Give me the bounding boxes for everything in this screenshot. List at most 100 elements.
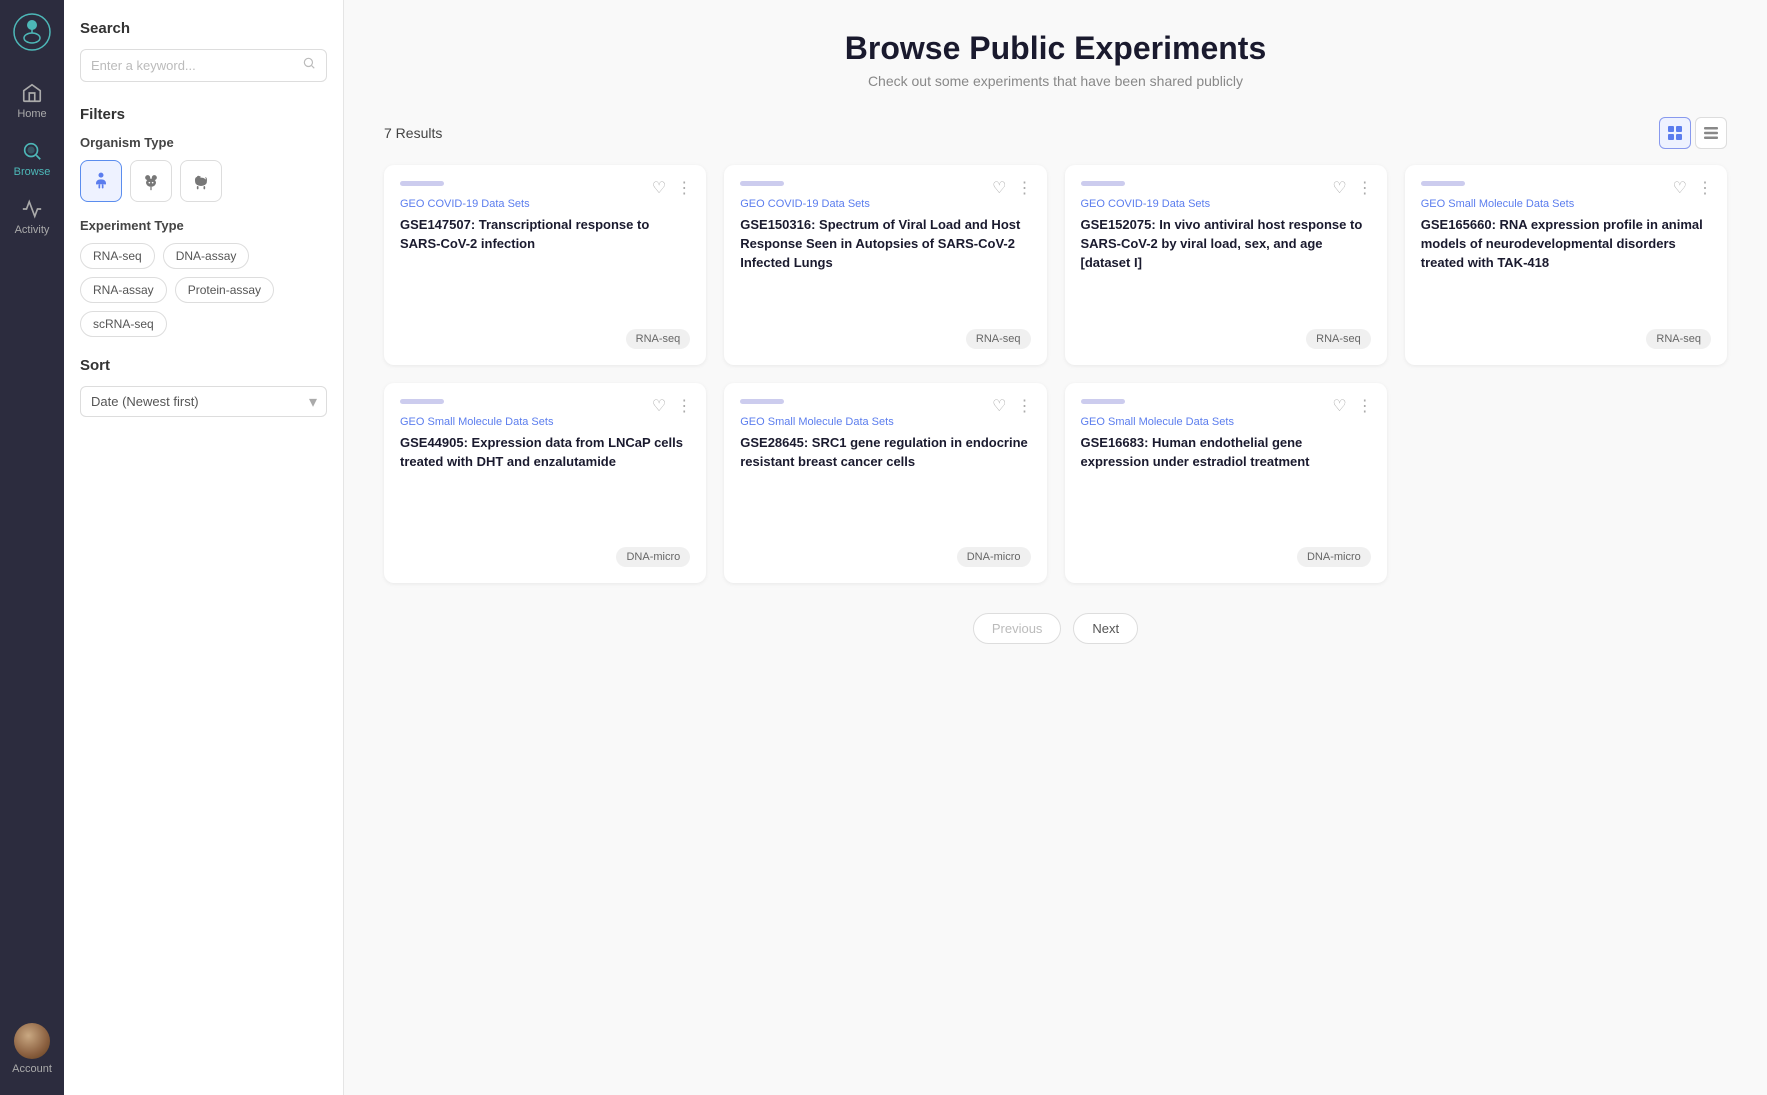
organism-btn-mouse[interactable]: [130, 160, 172, 202]
card-tag: RNA-seq: [1306, 329, 1371, 349]
experiment-card[interactable]: ♡ ⋮ GEO COVID-19 Data Sets GSE150316: Sp…: [724, 165, 1046, 365]
card-actions: ♡ ⋮: [650, 397, 694, 417]
experiment-card[interactable]: ♡ ⋮ GEO COVID-19 Data Sets GSE152075: In…: [1065, 165, 1387, 365]
card-category: GEO COVID-19 Data Sets: [400, 198, 690, 210]
like-button[interactable]: ♡: [990, 179, 1008, 199]
card-tag: RNA-seq: [626, 329, 691, 349]
experiment-type-buttons: RNA-seq DNA-assay RNA-assay Protein-assa…: [80, 243, 327, 337]
card-bar: [740, 399, 784, 404]
like-button[interactable]: ♡: [1330, 179, 1348, 199]
experiment-card[interactable]: ♡ ⋮ GEO Small Molecule Data Sets GSE4490…: [384, 383, 706, 583]
card-bar: [1081, 399, 1125, 404]
card-title: GSE150316: Spectrum of Viral Load and Ho…: [740, 216, 1030, 313]
organism-btn-human[interactable]: [80, 160, 122, 202]
organism-btn-horse[interactable]: [180, 160, 222, 202]
card-bar: [400, 399, 444, 404]
card-title: GSE28645: SRC1 gene regulation in endocr…: [740, 434, 1030, 531]
search-box: [80, 49, 327, 82]
exp-type-dna-assay[interactable]: DNA-assay: [163, 243, 250, 269]
card-category: GEO COVID-19 Data Sets: [1081, 198, 1371, 210]
card-tag: DNA-micro: [957, 547, 1031, 567]
like-button[interactable]: ♡: [990, 397, 1008, 417]
more-button[interactable]: ⋮: [674, 397, 694, 417]
view-grid-button[interactable]: [1659, 117, 1691, 149]
card-tag: RNA-seq: [1646, 329, 1711, 349]
card-title: GSE147507: Transcriptional response to S…: [400, 216, 690, 313]
card-category: GEO Small Molecule Data Sets: [1421, 198, 1711, 210]
sort-select[interactable]: Date (Newest first) Date (Oldest first) …: [80, 386, 327, 417]
filters-title: Filters: [80, 106, 327, 123]
page-title: Browse Public Experiments: [384, 30, 1727, 67]
card-bar: [740, 181, 784, 186]
sort-select-wrap: Date (Newest first) Date (Oldest first) …: [80, 386, 327, 417]
results-count: 7 Results: [384, 125, 442, 141]
experiment-card[interactable]: ♡ ⋮ GEO COVID-19 Data Sets GSE147507: Tr…: [384, 165, 706, 365]
search-section-title: Search: [80, 20, 327, 37]
organism-type-label: Organism Type: [80, 135, 327, 150]
like-button[interactable]: ♡: [650, 179, 668, 199]
card-tag: DNA-micro: [1297, 547, 1371, 567]
sidebar: Home Browse Activity Account: [0, 0, 64, 1095]
results-bar: 7 Results: [384, 117, 1727, 149]
card-actions: ♡ ⋮: [1330, 397, 1374, 417]
browse-header: Browse Public Experiments Check out some…: [384, 30, 1727, 89]
card-actions: ♡ ⋮: [1671, 179, 1715, 199]
more-button[interactable]: ⋮: [1015, 179, 1035, 199]
sidebar-item-home-label: Home: [17, 108, 46, 120]
more-button[interactable]: ⋮: [674, 179, 694, 199]
card-tag: DNA-micro: [616, 547, 690, 567]
more-button[interactable]: ⋮: [1695, 179, 1715, 199]
card-title: GSE165660: RNA expression profile in ani…: [1421, 216, 1711, 313]
card-actions: ♡ ⋮: [650, 179, 694, 199]
sidebar-item-browse-label: Browse: [14, 166, 51, 178]
more-button[interactable]: ⋮: [1015, 397, 1035, 417]
card-category: GEO COVID-19 Data Sets: [740, 198, 1030, 210]
view-toggles: [1659, 117, 1727, 149]
card-category: GEO Small Molecule Data Sets: [1081, 416, 1371, 428]
left-panel: Search Filters Organism Type: [64, 0, 344, 1095]
exp-type-scrna-seq[interactable]: scRNA-seq: [80, 311, 167, 337]
experiment-type-label: Experiment Type: [80, 218, 327, 233]
next-button[interactable]: Next: [1073, 613, 1138, 644]
avatar[interactable]: [14, 1023, 50, 1059]
card-bar: [1421, 181, 1465, 186]
card-category: GEO Small Molecule Data Sets: [400, 416, 690, 428]
experiment-card[interactable]: ♡ ⋮ GEO Small Molecule Data Sets GSE2864…: [724, 383, 1046, 583]
card-title: GSE44905: Expression data from LNCaP cel…: [400, 434, 690, 531]
card-actions: ♡ ⋮: [990, 179, 1034, 199]
more-button[interactable]: ⋮: [1355, 397, 1375, 417]
experiment-card[interactable]: ♡ ⋮ GEO Small Molecule Data Sets GSE1668…: [1065, 383, 1387, 583]
card-category: GEO Small Molecule Data Sets: [740, 416, 1030, 428]
card-actions: ♡ ⋮: [990, 397, 1034, 417]
like-button[interactable]: ♡: [1330, 397, 1348, 417]
like-button[interactable]: ♡: [650, 397, 668, 417]
sidebar-bottom: Account: [12, 1023, 52, 1083]
exp-type-protein-assay[interactable]: Protein-assay: [175, 277, 274, 303]
card-actions: ♡ ⋮: [1330, 179, 1374, 199]
prev-button[interactable]: Previous: [973, 613, 1062, 644]
more-button[interactable]: ⋮: [1355, 179, 1375, 199]
sidebar-item-home[interactable]: Home: [0, 72, 64, 130]
card-bar: [1081, 181, 1125, 186]
view-list-button[interactable]: [1695, 117, 1727, 149]
main-content: Browse Public Experiments Check out some…: [344, 0, 1767, 1095]
cards-grid: ♡ ⋮ GEO COVID-19 Data Sets GSE147507: Tr…: [384, 165, 1727, 583]
card-tag: RNA-seq: [966, 329, 1031, 349]
organism-type-buttons: [80, 160, 327, 202]
pagination: Previous Next: [384, 613, 1727, 644]
account-label: Account: [12, 1063, 52, 1075]
sidebar-item-activity-label: Activity: [15, 224, 50, 236]
card-bar: [400, 181, 444, 186]
search-input[interactable]: [91, 58, 302, 73]
exp-type-rna-assay[interactable]: RNA-assay: [80, 277, 167, 303]
filters-section: Filters Organism Type: [80, 106, 327, 337]
sidebar-item-browse[interactable]: Browse: [0, 130, 64, 188]
exp-type-rna-seq[interactable]: RNA-seq: [80, 243, 155, 269]
card-title: GSE152075: In vivo antiviral host respon…: [1081, 216, 1371, 313]
like-button[interactable]: ♡: [1671, 179, 1689, 199]
sidebar-item-activity[interactable]: Activity: [0, 188, 64, 246]
app-logo: [12, 12, 52, 52]
search-icon: [302, 56, 316, 75]
experiment-card[interactable]: ♡ ⋮ GEO Small Molecule Data Sets GSE1656…: [1405, 165, 1727, 365]
sort-section: Sort Date (Newest first) Date (Oldest fi…: [80, 357, 327, 417]
